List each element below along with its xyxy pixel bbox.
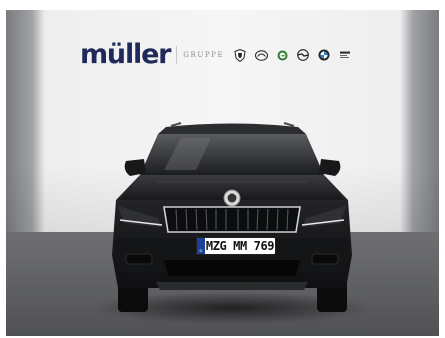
skid-plate: [156, 282, 308, 290]
eu-strip: D: [197, 238, 205, 254]
left-mirror: [124, 159, 146, 176]
left-fog-light: [125, 253, 153, 265]
photo-frame: müller GRUPPE D MZG MM 769: [6, 10, 439, 336]
right-fog-light: [311, 253, 339, 265]
front-grille: [163, 206, 301, 233]
license-plate: D MZG MM 769: [196, 237, 276, 255]
license-plate-text: MZG MM 769: [205, 239, 275, 253]
car-photo: [92, 122, 372, 324]
roof: [158, 123, 306, 134]
right-mirror: [319, 159, 341, 176]
lower-intake: [164, 260, 300, 276]
